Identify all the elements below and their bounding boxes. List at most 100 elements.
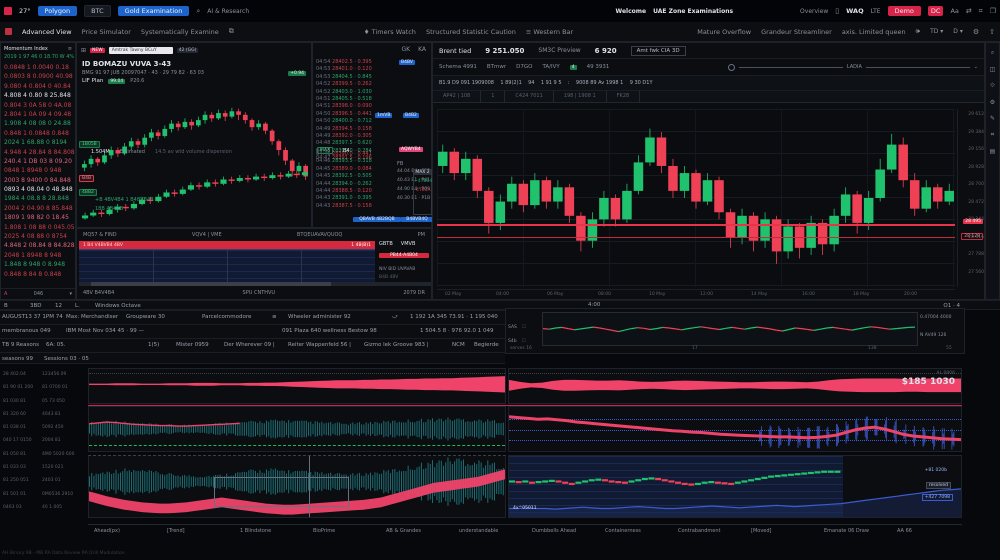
status-cell[interactable]: Reiter Wappenfeld 56 | <box>288 342 351 348</box>
phone-icon[interactable]: ▯ <box>835 7 839 15</box>
status-cell[interactable]: AUGUST13 37 1PM 74 <box>2 314 63 320</box>
rail-icon[interactable]: ⟐ <box>990 82 995 90</box>
selection-box[interactable] <box>214 477 349 506</box>
trade-row[interactable]: 04:44 28388.5 · 0.120 <box>316 188 396 195</box>
td-dropdown[interactable]: TD ▾ <box>930 28 943 35</box>
scrollbar-thumb[interactable] <box>91 282 331 286</box>
tab-windows-octave[interactable]: Windows Octave <box>95 303 141 309</box>
status-cell[interactable]: 6A: 05. <box>46 342 66 348</box>
tab-1[interactable]: 3BD <box>30 303 42 309</box>
submit-button-1[interactable]: QBAVB 4B2BQB <box>353 217 401 222</box>
watchlist-row[interactable]: 0848 1 8948 0 948 <box>1 166 75 175</box>
watchlist-row[interactable]: 1.908 4 08 08 0 24.88 <box>1 119 75 128</box>
advanced-view-menu[interactable]: Advanced View <box>22 28 72 36</box>
trade-row[interactable]: 04:45 28392.5 · 0.505 <box>316 173 396 180</box>
interval-chip-2[interactable]: B4B2 <box>403 113 419 118</box>
status-cell[interactable]: 091 Plaza 640 wellness Bestow 98 <box>282 328 377 334</box>
watchlist-row[interactable]: 0893 4 08.04 0 48.848 <box>1 185 75 194</box>
watchlist-row[interactable]: 0.848 1 0.0848 0.848 <box>1 129 75 138</box>
rail-icon[interactable]: ⌕ <box>991 49 994 57</box>
status-cell[interactable]: Parcelcommodore <box>202 314 251 320</box>
watchlist-row[interactable]: 2003 8 9400 0 84.848 <box>1 176 75 185</box>
quantity-stepper[interactable]: MAX 2 +4TB04 -4TB1A <box>413 169 432 215</box>
window-icon[interactable]: ❐ <box>990 7 996 15</box>
watchlist-row[interactable]: 1.848 8 948 0 8.948 <box>1 260 75 269</box>
print-alert-button[interactable]: PB44-A4B04 <box>379 253 429 258</box>
tab-chip[interactable]: B <box>4 303 8 309</box>
status-cell[interactable]: Max: Merchandiser <box>66 314 118 320</box>
R3-label-3[interactable]: +427 7098 <box>922 494 953 501</box>
tab-2[interactable]: 12 <box>55 303 62 309</box>
sub-candle-chart[interactable] <box>81 155 309 227</box>
column-strip-cell[interactable]: C424 7011 <box>505 91 553 102</box>
watchlist-row[interactable]: 2025 4 08 88 0 8754 <box>1 232 75 241</box>
column-strip-cell[interactable]: FK28 <box>607 91 641 102</box>
interval-chip-1[interactable]: 1mVB <box>375 113 392 118</box>
col-header-1[interactable]: MQ57 & FIND <box>83 232 117 238</box>
upload-icon[interactable]: ⇧ <box>989 28 995 36</box>
symbol-name[interactable]: Brent tied <box>439 47 471 55</box>
polygon-button[interactable]: Polygon <box>38 6 78 16</box>
demo-button[interactable]: Demo <box>888 6 921 16</box>
watchlist-row[interactable]: 1984 4 08.8 8 28.848 <box>1 194 75 203</box>
symbol-input[interactable]: Amtrak Tawny BCuY <box>109 47 173 54</box>
status-cell[interactable]: Groupware 30 <box>126 314 165 320</box>
d-dropdown[interactable]: D ▾ <box>953 28 963 35</box>
overview-menu[interactable]: Overview <box>800 8 828 15</box>
price-axis[interactable]: 29 61229 38429 15628 92828 70028 47228 2… <box>957 109 986 287</box>
indicator-R2[interactable] <box>508 406 962 452</box>
indicator-R3[interactable]: 4x^05011 +81 020b resolved +427 7098 <box>508 455 962 518</box>
price-level-line-1[interactable] <box>437 224 955 226</box>
rail-icon[interactable]: ◫ <box>990 66 996 73</box>
watchlist-row[interactable]: 4.808 4 0.80 8 25.848 <box>1 91 75 100</box>
rail-icon[interactable]: ✎ <box>990 115 995 122</box>
status-cell[interactable]: 1 192 1A 345 73.91 · 1 195 040 <box>410 314 498 320</box>
max-button[interactable]: MAX <box>317 147 333 154</box>
watchlist-row[interactable]: 4.848 2 08.84 8 84.828 <box>1 241 75 250</box>
advanced-button[interactable]: AQWYB4 <box>399 147 423 152</box>
column-strip-cell[interactable]: 198 | 1908 1 <box>554 91 607 102</box>
column-strip-cell[interactable]: AP42 | 108 <box>433 91 481 102</box>
watchlist-row[interactable]: 0.0803 8 0.0900 40.98 <box>1 72 75 81</box>
timers-watch-menu[interactable]: ♦ Timers Watch <box>364 28 416 36</box>
search-icon[interactable]: ⌕ <box>196 7 200 16</box>
R3-label-2[interactable]: resolved <box>926 482 951 489</box>
axis-queen-menu[interactable]: axis. Limited queen <box>842 28 906 36</box>
dc-button[interactable]: DC <box>928 6 944 16</box>
status-cell[interactable]: Wheeler administer 92 <box>288 314 351 320</box>
status-cell[interactable]: Mister 0959 <box>176 342 209 348</box>
mature-overflow-menu[interactable]: Mature Overflow <box>697 28 751 36</box>
rail-icon[interactable]: ▤ <box>990 148 996 155</box>
trade-row[interactable]: 04:50 28400.0 · 0.712 <box>316 118 430 125</box>
grandeur-menu[interactable]: Grandeur Streamliner <box>761 28 832 36</box>
status-cell[interactable]: 1(5) <box>148 342 159 348</box>
timeline-slider[interactable]: LADIA ⌄ <box>728 64 978 71</box>
rail-icon[interactable]: ⚙ <box>990 99 995 106</box>
watchlist-row[interactable]: 2024 1 68.88 0 8194 <box>1 138 75 147</box>
watchlist-row[interactable]: 4.948 4 28.84 8 84.808 <box>1 148 75 157</box>
status-cell[interactable]: Der Wherever 09 | <box>224 342 275 348</box>
trade-row[interactable]: 04:44 28394.0 · 0.262 <box>316 181 396 188</box>
depth-panel[interactable] <box>79 249 375 282</box>
horizontal-scrollbar[interactable] <box>79 282 431 286</box>
trade-row[interactable]: 04:49 28394.5 · 0.158 <box>316 126 430 133</box>
trade-row[interactable]: 04:43 28387.5 · 0.158 <box>316 203 396 210</box>
ai-research-menu[interactable]: AI & Research <box>207 8 249 15</box>
overview-checkbox-2[interactable]: S4b ☐ <box>508 327 526 346</box>
systematically-examine-menu[interactable]: Systematically Examine <box>141 28 219 36</box>
trades-header-ka[interactable]: KA <box>418 46 426 53</box>
status-cell[interactable]: ⤻ <box>392 314 398 321</box>
indicator-L1[interactable] <box>88 368 506 404</box>
status-cell[interactable]: Gizmo lek Groove 983 | <box>364 342 429 348</box>
trade-row[interactable]: 04:45 28389.0 · 0.084 <box>316 166 396 173</box>
d7go-dropdown[interactable]: D7GO <box>516 64 532 70</box>
new-chip[interactable]: NEW <box>90 48 105 53</box>
caution-menu[interactable]: Structured Statistic Caution <box>426 28 516 36</box>
status-cell[interactable]: Begierde <box>474 342 499 348</box>
status-cell[interactable]: ≡ <box>272 314 277 320</box>
status-cell[interactable]: 1 504.5 8 · 976 92.0 1 049 <box>420 328 493 334</box>
taivy-toggle[interactable]: TA/IVY <box>542 64 559 70</box>
tab-3[interactable]: L. <box>75 303 80 309</box>
status-cell[interactable]: Sessions 03 · 05 <box>44 356 89 362</box>
watchlist-row[interactable]: 240.4 1 DB 03 8 09.20 <box>1 157 75 166</box>
